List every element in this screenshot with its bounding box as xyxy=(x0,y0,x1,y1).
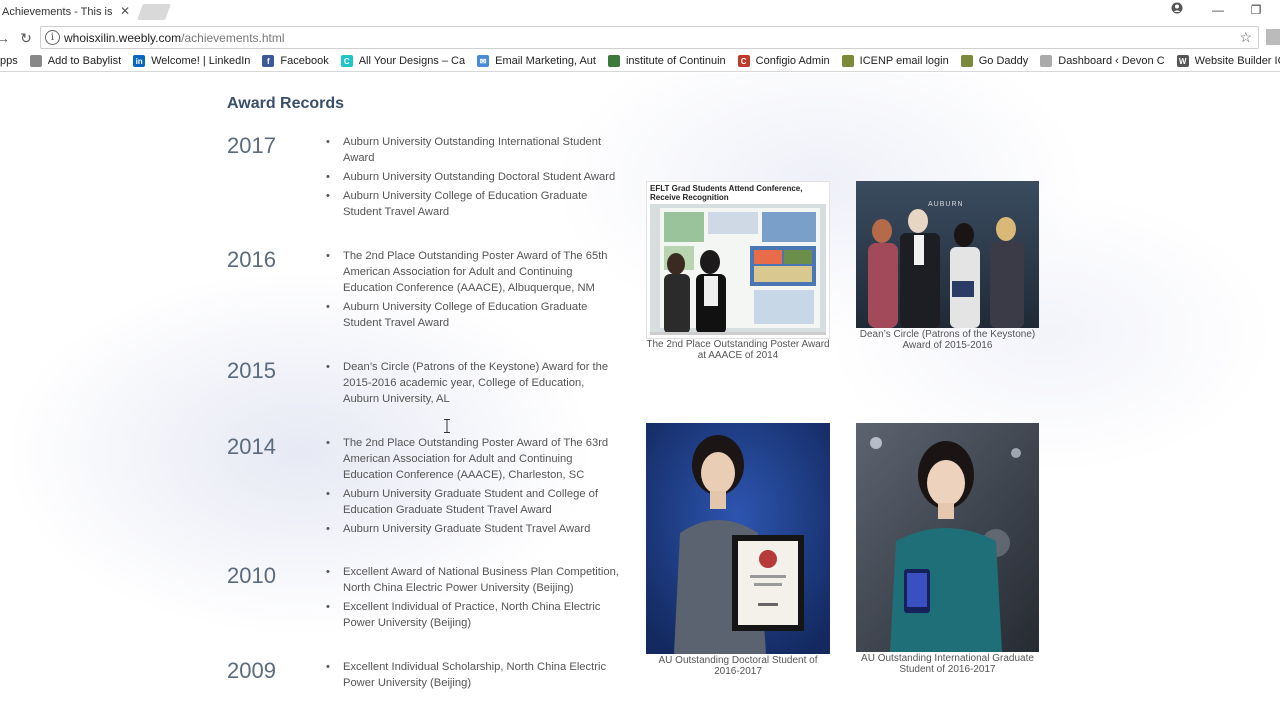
international-award-scene-image xyxy=(856,423,1039,652)
award-item: Excellent Individual Scholarship, North … xyxy=(326,659,622,691)
browser-toolbar: → ↻ i whoisxilin.weebly.com/achievements… xyxy=(0,24,1280,51)
url-text: whoisxilin.weebly.com/achievements.html xyxy=(64,31,285,45)
leaf-icon xyxy=(607,55,620,67)
doctoral-award-caption: AU Outstanding Doctoral Student of 2016-… xyxy=(658,655,818,677)
deans-circle-photo[interactable]: AUBURN xyxy=(856,181,1039,328)
address-bar[interactable]: i whoisxilin.weebly.com/achievements.htm… xyxy=(40,26,1259,49)
page-title: Award Records xyxy=(227,95,345,112)
bookmark-label: Dashboard ‹ Devon C xyxy=(1058,55,1165,67)
mail-icon: ✉ xyxy=(477,55,490,67)
bookmarks-bar: pps Add to Babylist in Welcome! | LinkedIn f… xyxy=(0,51,1280,72)
auburn-banner-text: AUBURN xyxy=(928,201,964,208)
bookmark-label: Email Marketing, Aut xyxy=(495,55,596,67)
bookmark-item[interactable]: in Welcome! | LinkedIn xyxy=(133,55,250,67)
bookmark-label: pps xyxy=(0,55,18,67)
bookmark-item[interactable]: C Configio Admin xyxy=(737,55,830,67)
award-item: Auburn University Graduate Student and C… xyxy=(326,486,622,518)
doctoral-award-scene-image xyxy=(646,423,830,654)
icenp-icon xyxy=(841,55,854,67)
award-item: Excellent Award of National Business Pla… xyxy=(326,564,622,596)
deans-circle-caption: Dean’s Circle (Patrons of the Keystone) … xyxy=(859,329,1036,351)
minimize-icon[interactable]: — xyxy=(1208,2,1228,18)
configio-icon: C xyxy=(737,55,750,67)
close-icon[interactable]: ✕ xyxy=(118,4,132,18)
tab-strip: Achievements - This is XI ✕ — ❐ xyxy=(0,0,1280,24)
photo-headline: EFLT Grad Students Attend Conference, Re… xyxy=(650,184,803,202)
year-2017: 2017 xyxy=(227,133,276,158)
award-list-2016: The 2nd Place Outstanding Poster Award o… xyxy=(326,248,622,334)
bookmark-label: ICENP email login xyxy=(859,55,949,67)
award-item: Excellent Individual of Practice, North … xyxy=(326,599,622,631)
bookmark-label: Website Builder ICEN xyxy=(1194,55,1280,67)
bookmark-label: Add to Babylist xyxy=(47,55,122,67)
poster-award-photo[interactable]: EFLT Grad Students Attend Conference, Re… xyxy=(646,181,830,339)
award-list-2015: Dean’s Circle (Patrons of the Keystone) … xyxy=(326,359,622,410)
photo-footer-line xyxy=(650,332,826,335)
international-award-photo[interactable] xyxy=(856,423,1039,652)
international-award-caption: AU Outstanding International Graduate St… xyxy=(861,653,1034,675)
bookmark-label: Configio Admin xyxy=(755,55,830,67)
poster-scene-image xyxy=(650,204,826,334)
wordpress-icon xyxy=(1040,55,1053,67)
godaddy-icon xyxy=(960,55,973,67)
award-item: Auburn University College of Education G… xyxy=(326,299,622,331)
tab-title: Achievements - This is XI xyxy=(2,6,114,18)
restore-icon[interactable]: ❐ xyxy=(1246,2,1266,18)
bookmark-item[interactable]: institute of Continuin xyxy=(607,55,726,67)
award-item: The 2nd Place Outstanding Poster Award o… xyxy=(326,248,622,296)
bookmark-item[interactable]: Add to Babylist xyxy=(29,55,122,67)
bookmark-label: All Your Designs – Ca xyxy=(358,55,466,67)
bookmark-label: Welcome! | LinkedIn xyxy=(151,55,251,67)
reload-icon[interactable]: ↻ xyxy=(17,29,35,47)
browser-tab[interactable]: Achievements - This is XI ✕ xyxy=(0,0,134,24)
bookmark-star-icon[interactable]: ☆ xyxy=(1239,29,1252,46)
linkedin-icon: in xyxy=(133,55,146,67)
bookmark-label: Facebook xyxy=(280,55,329,67)
award-list-2010: Excellent Award of National Business Pla… xyxy=(326,564,622,634)
url-path: /achievements.html xyxy=(181,31,285,45)
award-list-2014: The 2nd Place Outstanding Poster Award o… xyxy=(326,435,622,540)
bookmark-item[interactable]: Go Daddy xyxy=(960,55,1029,67)
year-2009: 2009 xyxy=(227,658,276,683)
award-item: Auburn University Outstanding Internatio… xyxy=(326,134,622,166)
extension-icon[interactable] xyxy=(1266,29,1280,45)
bookmark-item[interactable]: ✉ Email Marketing, Aut xyxy=(477,55,596,67)
bookmark-label: Go Daddy xyxy=(978,55,1029,67)
weebly-icon: W xyxy=(1176,55,1189,67)
award-item: Dean’s Circle (Patrons of the Keystone) … xyxy=(326,359,622,407)
year-2010: 2010 xyxy=(227,563,276,588)
year-2014: 2014 xyxy=(227,434,276,459)
bookmark-item[interactable]: pps xyxy=(0,55,18,67)
facebook-icon: f xyxy=(262,55,275,67)
award-list-2009: Excellent Individual Scholarship, North … xyxy=(326,659,622,694)
award-item: Auburn University Graduate Student Trave… xyxy=(326,521,622,537)
year-2015: 2015 xyxy=(227,358,276,383)
award-item: The 2nd Place Outstanding Poster Award o… xyxy=(326,435,622,483)
info-icon[interactable]: i xyxy=(45,30,60,45)
canva-icon: C xyxy=(340,55,353,67)
profile-icon[interactable] xyxy=(1167,2,1187,18)
poster-award-caption: The 2nd Place Outstanding Poster Award a… xyxy=(646,339,830,361)
text-cursor-icon xyxy=(444,419,450,433)
url-domain: whoisxilin.weebly.com xyxy=(64,31,182,45)
bookmark-item[interactable]: f Facebook xyxy=(262,55,329,67)
doctoral-award-photo[interactable] xyxy=(646,423,830,654)
page-content: Award Records 2017 Auburn University Out… xyxy=(0,73,1280,720)
year-2016: 2016 xyxy=(227,247,276,272)
bookmark-item[interactable]: ICENP email login xyxy=(841,55,949,67)
bookmark-item[interactable]: W Website Builder ICEN xyxy=(1176,55,1280,67)
new-tab-button[interactable] xyxy=(137,4,171,20)
bookmark-item[interactable]: Dashboard ‹ Devon C xyxy=(1040,55,1165,67)
award-item: Auburn University Outstanding Doctoral S… xyxy=(326,169,622,185)
page-icon xyxy=(29,55,42,67)
award-list-2017: Auburn University Outstanding Internatio… xyxy=(326,134,622,223)
forward-icon[interactable]: → xyxy=(0,29,12,47)
award-item: Auburn University College of Education G… xyxy=(326,188,622,220)
bookmark-item[interactable]: C All Your Designs – Ca xyxy=(340,55,466,67)
bookmark-label: institute of Continuin xyxy=(625,55,726,67)
